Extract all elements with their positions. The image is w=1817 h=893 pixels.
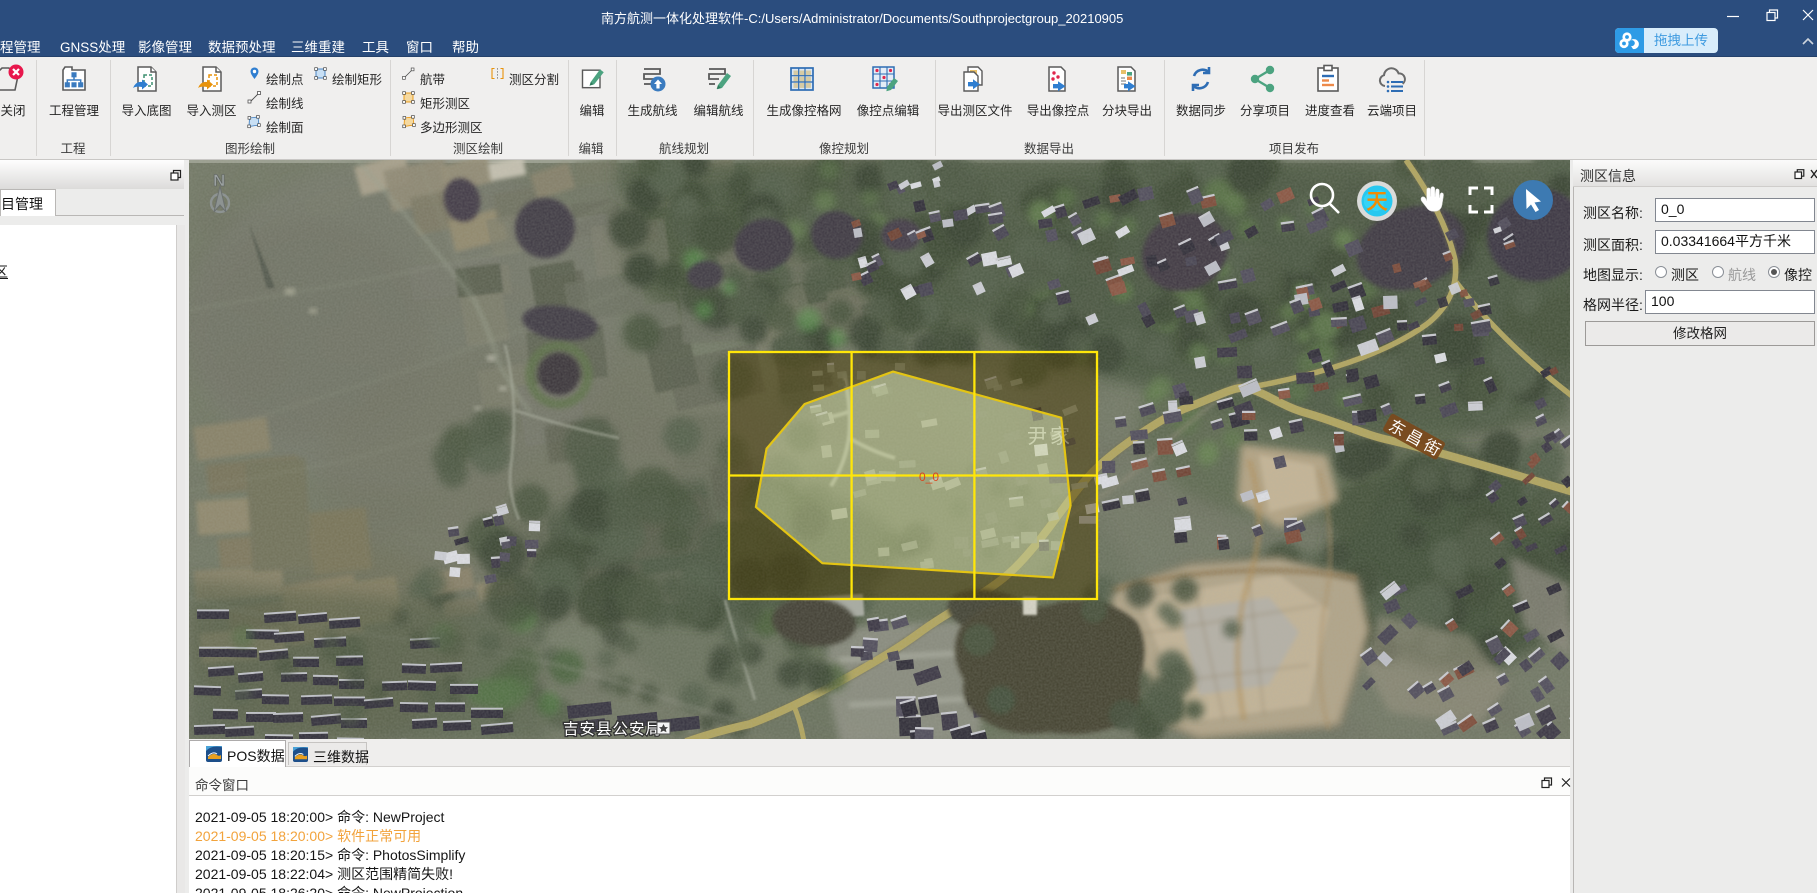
svg-text:0_0: 0_0 — [919, 470, 939, 484]
svg-text:吉安县公安局: 吉安县公安局 — [563, 720, 662, 738]
svg-text:N: N — [213, 171, 225, 190]
svg-text:天: 天 — [1367, 191, 1389, 214]
